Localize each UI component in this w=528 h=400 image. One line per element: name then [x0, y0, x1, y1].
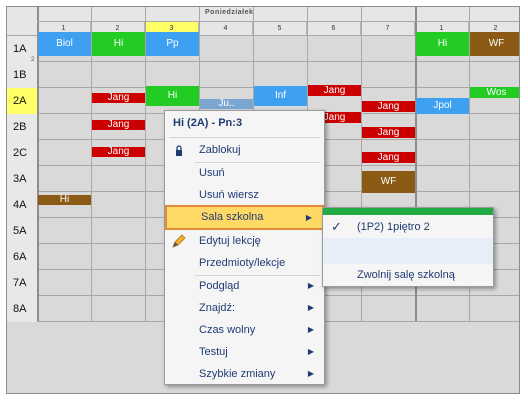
- lesson-r1a_c3[interactable]: Pp: [146, 32, 199, 56]
- menu-item-label: Czas wolny: [199, 324, 256, 336]
- menu-item-label: Znajdź:: [199, 302, 236, 314]
- classroom-submenu: ✓ (1P2) 1piętro 2 Zwolnij salę szkolną: [322, 207, 494, 287]
- row-label-3a[interactable]: 3A: [7, 166, 37, 192]
- lesson-r2a_c3[interactable]: Hi: [146, 86, 199, 106]
- row-label-8a[interactable]: 8A: [7, 296, 37, 322]
- menu-item-delete-row[interactable]: Usuń wiersz: [165, 184, 324, 206]
- pencil-icon: [171, 233, 187, 249]
- menu-item-label: Szybkie zmiany: [199, 368, 276, 380]
- menu-item-delete[interactable]: Usuń: [165, 162, 324, 184]
- submenu-item-release-room[interactable]: Zwolnij salę szkolną: [323, 264, 493, 286]
- lesson-r1a_c1[interactable]: Biol: [38, 32, 91, 56]
- submenu-arrow-icon: ▶: [305, 213, 312, 222]
- menu-item-label: Usuń: [199, 167, 225, 179]
- menu-item-label: Podgląd: [199, 280, 240, 292]
- menu-item-label: Przedmioty/lekcje: [199, 257, 286, 269]
- lesson-r2a_c4[interactable]: Ju..: [200, 99, 253, 109]
- submenu-arrow-icon: ▶: [307, 281, 314, 290]
- lesson-r1a_c9[interactable]: WF: [470, 32, 519, 56]
- menu-item-lock[interactable]: Zablokuj: [165, 139, 324, 161]
- menu-item-label: Sala szkolna: [201, 211, 264, 223]
- menu-item-quick-changes[interactable]: Szybkie zmiany ▶: [165, 363, 324, 385]
- row-label-4a[interactable]: 4A: [7, 192, 37, 218]
- lesson-r2a_c7[interactable]: Jang: [362, 101, 415, 112]
- submenu-item-room-1p2[interactable]: ✓ (1P2) 1piętro 2: [323, 216, 493, 238]
- menu-item-free-time[interactable]: Czas wolny ▶: [165, 319, 324, 341]
- menu-item-edit-lesson[interactable]: Edytuj lekcję: [165, 230, 324, 252]
- column-header[interactable]: 5: [253, 22, 307, 35]
- menu-item-test[interactable]: Testuj ▶: [165, 341, 324, 363]
- row-label-1b[interactable]: 1B: [7, 62, 37, 88]
- menu-item-classroom[interactable]: Sala szkolna ▶: [165, 205, 324, 230]
- lesson-r2c_c7[interactable]: Jang: [362, 152, 415, 163]
- menu-item-preview[interactable]: Podgląd ▶: [165, 275, 324, 297]
- column-header[interactable]: 7: [361, 22, 415, 35]
- submenu-arrow-icon: ▶: [307, 369, 314, 378]
- lesson-r4a_c1[interactable]: Hi: [38, 195, 91, 205]
- context-menu: Hi (2A) - Pn:3 Zablokuj Usuń Usuń wiersz…: [164, 110, 325, 385]
- row-label-2c[interactable]: 2C: [7, 140, 37, 166]
- submenu-arrow-icon: ▶: [307, 303, 314, 312]
- row-subscript: 2: [31, 57, 35, 63]
- lesson-r2a_c6[interactable]: Jang: [308, 85, 361, 96]
- lesson-r2b_c2[interactable]: Jang: [92, 120, 145, 130]
- lesson-r2a_c9[interactable]: Wos: [470, 87, 519, 98]
- menu-item-find[interactable]: Znajdź: ▶: [165, 297, 324, 319]
- lesson-r1a_c8[interactable]: Hi: [416, 32, 469, 56]
- column-header[interactable]: 6: [307, 22, 361, 35]
- lesson-r2a_c8[interactable]: Jpol: [416, 98, 469, 114]
- lesson-r2a_c5[interactable]: Inf: [254, 86, 307, 106]
- grid-line: [37, 21, 519, 22]
- submenu-item-label: Zwolnij salę szkolną: [357, 269, 455, 281]
- lesson-r1a_c2[interactable]: Hi: [92, 32, 145, 56]
- row-label-2a[interactable]: 2A: [7, 88, 37, 114]
- menu-separator: [169, 137, 320, 138]
- menu-item-label: Edytuj lekcję: [199, 235, 261, 247]
- day-header: Poniedziałek: [205, 9, 254, 16]
- submenu-arrow-icon: ▶: [307, 347, 314, 356]
- lesson-r2b_c7[interactable]: Jang: [362, 127, 415, 138]
- submenu-arrow-icon: ▶: [307, 325, 314, 334]
- room-color-bar: [323, 208, 493, 215]
- menu-item-label: Zablokuj: [199, 144, 241, 156]
- row-label-2b[interactable]: 2B: [7, 114, 37, 140]
- menu-item-label: Usuń wiersz: [199, 189, 259, 201]
- lesson-r2c_c2[interactable]: Jang: [92, 147, 145, 157]
- lesson-r2a_c2[interactable]: Jang: [92, 93, 145, 103]
- grid-line: [7, 61, 519, 62]
- menu-item-label: Testuj: [199, 346, 228, 358]
- row-label-5a[interactable]: 5A: [7, 218, 37, 244]
- menu-item-subjects[interactable]: Przedmioty/lekcje: [165, 252, 324, 274]
- lesson-r3a_c7[interactable]: WF: [362, 171, 415, 193]
- column-header[interactable]: 4: [199, 22, 253, 35]
- submenu-item-empty[interactable]: [323, 238, 493, 264]
- row-label-7a[interactable]: 7A: [7, 270, 37, 296]
- context-menu-title: Hi (2A) - Pn:3: [173, 117, 243, 129]
- row-label-6a[interactable]: 6A: [7, 244, 37, 270]
- checkmark-icon: ✓: [331, 219, 342, 234]
- submenu-item-label: (1P2) 1piętro 2: [357, 221, 430, 233]
- lock-icon: [175, 143, 183, 156]
